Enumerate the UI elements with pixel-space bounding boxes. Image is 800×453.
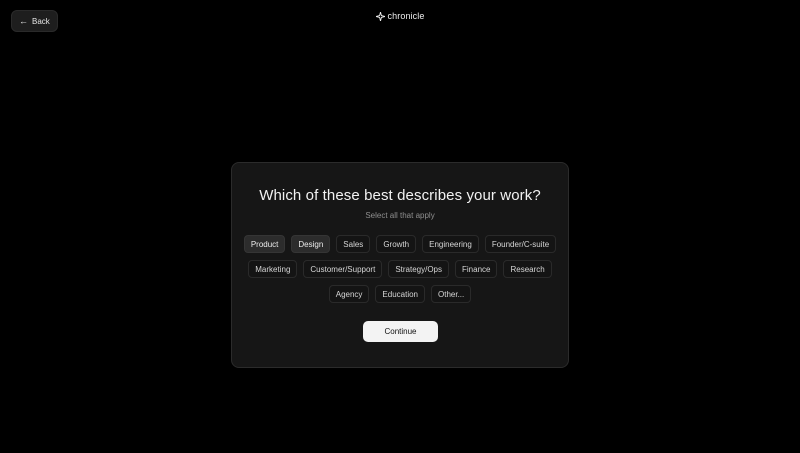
option-customer-support[interactable]: Customer/Support — [303, 260, 383, 278]
options-row-1: Product Design Sales Growth Engineering … — [232, 235, 568, 253]
question-title: Which of these best describes your work? — [259, 187, 541, 204]
option-sales[interactable]: Sales — [336, 235, 371, 253]
option-engineering[interactable]: Engineering — [422, 235, 479, 253]
options-row-3: Agency Education Other... — [232, 285, 568, 303]
option-growth[interactable]: Growth — [376, 235, 417, 253]
option-product[interactable]: Product — [243, 235, 286, 253]
option-strategy-ops[interactable]: Strategy/Ops — [388, 260, 449, 278]
option-marketing[interactable]: Marketing — [248, 260, 298, 278]
option-education[interactable]: Education — [375, 285, 426, 303]
option-finance[interactable]: Finance — [455, 260, 498, 278]
continue-button[interactable]: Continue — [363, 321, 438, 342]
brand-logo: chronicle — [0, 11, 800, 21]
option-research[interactable]: Research — [503, 260, 552, 278]
question-card: Which of these best describes your work?… — [231, 162, 569, 368]
options-row-2: Marketing Customer/Support Strategy/Ops … — [232, 260, 568, 278]
onboarding-page: ← Back chronicle Which of these best des… — [0, 0, 800, 453]
option-founder-c-suite[interactable]: Founder/C-suite — [484, 235, 557, 253]
option-agency[interactable]: Agency — [328, 285, 370, 303]
sparkle-logo-icon — [375, 11, 385, 21]
option-design[interactable]: Design — [291, 235, 331, 253]
option-other[interactable]: Other... — [431, 285, 472, 303]
question-hint: Select all that apply — [365, 211, 435, 220]
brand-name: chronicle — [387, 11, 425, 21]
